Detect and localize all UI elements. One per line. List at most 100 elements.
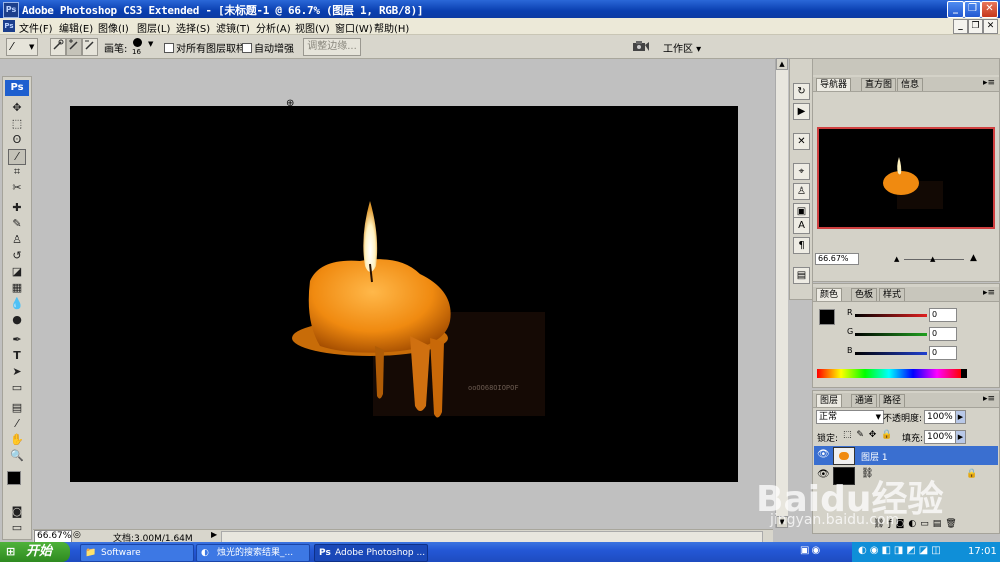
lasso-tool-icon[interactable]: ʘ — [9, 133, 25, 147]
hand-tool-icon[interactable]: ✋ — [9, 433, 25, 447]
add-to-selection-button[interactable] — [66, 38, 82, 56]
zoom-tool-icon[interactable]: 🔍 — [9, 449, 25, 463]
doc-close-button[interactable]: ✕ — [983, 19, 998, 34]
document-canvas[interactable]: ooOO68OIOPOF — [70, 106, 738, 482]
workspace-menu[interactable]: 工作区 ▾ — [663, 40, 701, 55]
menu-view[interactable]: 视图(V) — [295, 20, 330, 35]
notes-tool-icon[interactable]: ▤ — [9, 401, 25, 415]
green-value-field[interactable]: 0 — [929, 327, 957, 341]
file-browser-button[interactable] — [632, 39, 650, 53]
menu-layer[interactable]: 图层(L) — [137, 20, 170, 35]
panel-menu-icon[interactable]: ▸≡ — [983, 288, 995, 298]
tab-histogram[interactable]: 直方图 — [861, 78, 897, 91]
character-panel-icon[interactable]: A — [793, 217, 810, 234]
menu-image[interactable]: 图像(I) — [98, 20, 129, 35]
type-tool-icon[interactable]: T — [9, 349, 25, 363]
measurement-log-icon[interactable]: ▤ — [793, 267, 810, 284]
menu-filter[interactable]: 滤镜(T) — [216, 20, 250, 35]
screen-mode-icon[interactable]: ▭ — [9, 521, 25, 535]
tab-styles[interactable]: 样式 — [879, 288, 906, 301]
brush-picker-chevron-icon[interactable]: ▼ — [148, 40, 153, 48]
lock-icons[interactable]: ⬚ ✎ ✥ 🔒 — [843, 430, 893, 440]
paragraph-panel-icon[interactable]: ¶ — [793, 237, 810, 254]
zoom-slider-handle-icon[interactable]: ▲ — [930, 255, 935, 263]
delete-layer-icon[interactable]: 🗑 — [945, 519, 960, 529]
shape-tool-icon[interactable]: ▭ — [9, 381, 25, 395]
eraser-tool-icon[interactable]: ◪ — [9, 265, 25, 279]
subtract-from-selection-button[interactable] — [82, 38, 98, 56]
green-slider[interactable] — [855, 333, 927, 336]
menu-select[interactable]: 选择(S) — [176, 20, 210, 35]
fill-field[interactable]: 100% — [924, 430, 956, 444]
auto-enhance-checkbox[interactable]: 自动增强 — [242, 40, 294, 55]
doc-minimize-button[interactable]: _ — [953, 19, 968, 34]
pen-tool-icon[interactable]: ✒ — [9, 333, 25, 347]
quicklaunch-icon[interactable]: ◉ — [811, 545, 822, 556]
vertical-scrollbar[interactable]: ▲ ▼ — [775, 58, 788, 528]
layer-row-selected[interactable]: 👁 图层 1 — [814, 446, 998, 465]
zoom-out-icon[interactable]: ▲ — [894, 255, 899, 263]
menu-window[interactable]: 窗口(W) — [335, 20, 373, 35]
restore-button[interactable]: ❐ — [964, 1, 981, 18]
eye-icon[interactable]: 👁 — [817, 449, 830, 460]
brush-tool-icon[interactable]: ✎ — [9, 217, 25, 231]
sample-all-layers-checkbox[interactable]: 对所有图层取样 — [164, 40, 246, 55]
taskbar-item-software[interactable]: 📁 Software — [80, 544, 194, 562]
tab-channels[interactable]: 通道 — [851, 394, 878, 407]
quick-selection-tool-icon[interactable]: ⁄ — [8, 149, 26, 165]
crop-tool-icon[interactable]: ⌗ — [9, 165, 25, 179]
panel-menu-icon[interactable]: ▸≡ — [983, 78, 995, 88]
blend-mode-select[interactable]: 正常 ▼ — [816, 410, 884, 424]
eyedropper-tool-icon[interactable]: ⁄ — [9, 417, 25, 431]
history-panel-icon[interactable]: ↻ — [793, 83, 810, 100]
brushes-panel-icon[interactable]: ⌖ — [793, 163, 810, 180]
gradient-tool-icon[interactable]: ▦ — [9, 281, 25, 295]
quick-mask-icon[interactable]: ◙ — [9, 505, 25, 519]
navigator-zoom-field[interactable]: 66.67% — [815, 253, 859, 265]
foreground-color-swatch[interactable] — [7, 471, 21, 485]
tray-icons[interactable]: ◐◉◧◨◩◪◫ — [858, 545, 944, 556]
quicklaunch-icon[interactable]: ▣ — [800, 545, 811, 556]
panel-menu-icon[interactable]: ▸≡ — [983, 394, 995, 404]
refine-edge-button[interactable]: 调整边缘... — [303, 38, 361, 56]
move-tool-icon[interactable]: ✥ — [9, 101, 25, 115]
taskbar-item-photoshop[interactable]: Ps Adobe Photoshop ... — [314, 544, 428, 562]
menu-edit[interactable]: 编辑(E) — [59, 20, 93, 35]
actions-panel-icon[interactable]: ▶ — [793, 103, 810, 120]
tab-color[interactable]: 颜色 — [816, 288, 843, 301]
opacity-arrow-icon[interactable]: ▶ — [955, 410, 966, 424]
menu-help[interactable]: 帮助(H) — [374, 20, 409, 35]
black-swatch[interactable] — [961, 369, 967, 378]
taskbar-item-browser[interactable]: ◐ 烛光的搜索结果_... — [196, 544, 310, 562]
menu-file[interactable]: 文件(F) — [19, 20, 53, 35]
tab-layers[interactable]: 图层 — [816, 394, 843, 407]
marquee-tool-icon[interactable]: ⬚ — [9, 117, 25, 131]
brush-picker[interactable]: 16 — [132, 38, 144, 56]
blue-slider[interactable] — [855, 352, 927, 355]
navigator-preview[interactable] — [817, 127, 995, 229]
history-brush-tool-icon[interactable]: ↺ — [9, 249, 25, 263]
healing-tool-icon[interactable]: ✚ — [9, 201, 25, 215]
red-value-field[interactable]: 0 — [929, 308, 957, 322]
slice-tool-icon[interactable]: ✂ — [9, 181, 25, 195]
fill-arrow-icon[interactable]: ▶ — [955, 430, 966, 444]
blue-value-field[interactable]: 0 — [929, 346, 957, 360]
tab-navigator[interactable]: 导航器 — [816, 78, 852, 91]
close-button[interactable]: ✕ — [981, 1, 998, 18]
tab-info[interactable]: 信息 — [897, 78, 924, 91]
new-selection-mode-button[interactable] — [50, 38, 66, 56]
scroll-up-arrow-icon[interactable]: ▲ — [776, 58, 788, 70]
tool-presets-icon[interactable]: ✕ — [793, 133, 810, 150]
menu-analysis[interactable]: 分析(A) — [256, 20, 291, 35]
tab-paths[interactable]: 路径 — [879, 394, 906, 407]
blur-tool-icon[interactable]: 💧 — [9, 297, 25, 311]
opacity-field[interactable]: 100% — [924, 410, 956, 424]
start-button[interactable]: ⊞ 开始 — [0, 542, 70, 562]
layer-name[interactable]: 图层 1 — [861, 450, 888, 463]
path-select-tool-icon[interactable]: ➤ — [9, 365, 25, 379]
red-slider[interactable] — [855, 314, 927, 317]
tool-preset-picker[interactable]: ⁄ ▼ — [6, 38, 38, 56]
zoom-in-icon[interactable]: ▲ — [970, 253, 977, 263]
quick-launch-icons[interactable]: ▣◉ — [800, 545, 822, 556]
minimize-button[interactable]: _ — [947, 1, 964, 18]
